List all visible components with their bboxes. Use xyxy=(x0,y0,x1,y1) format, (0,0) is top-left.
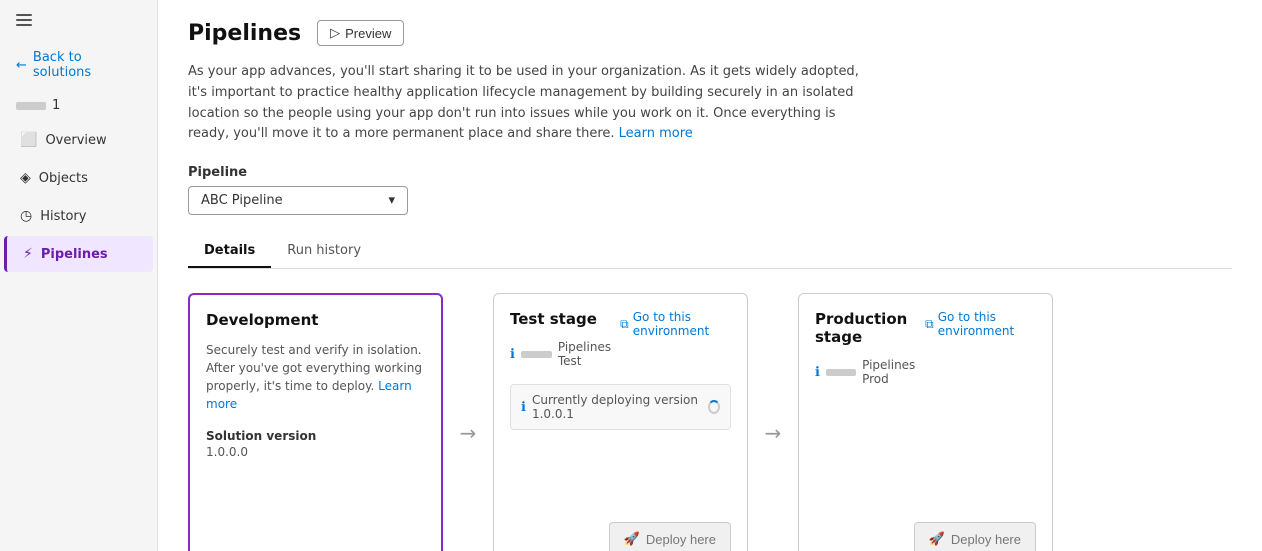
arrow-right-icon: → xyxy=(460,421,477,445)
development-stage-description: Securely test and verify in isolation. A… xyxy=(206,341,425,413)
test-stage-card: Test stage ℹ Pipelines Test ⧉ Go to this… xyxy=(493,293,748,551)
main-content: Pipelines ▷ Preview As your app advances… xyxy=(158,0,1262,551)
hamburger-button[interactable] xyxy=(0,0,157,40)
sidebar-item-history[interactable]: ◷ History xyxy=(4,198,153,234)
arrow-test-to-prod: → xyxy=(748,421,798,445)
solution-version-label: Solution version xyxy=(206,429,425,443)
production-stage-title: Production stage xyxy=(815,310,925,346)
env-bar-prod xyxy=(826,369,856,376)
test-stage-title: Test stage xyxy=(510,310,620,328)
page-header: Pipelines ▷ Preview xyxy=(188,20,1232,46)
tab-run-history[interactable]: Run history xyxy=(271,235,377,268)
tab-details[interactable]: Details xyxy=(188,235,271,268)
production-go-to-environment-link[interactable]: ⧉ Go to this environment xyxy=(925,310,1036,338)
solution-version-value: 1.0.0.0 xyxy=(206,445,425,459)
back-to-solutions-link[interactable]: ← Back to solutions xyxy=(0,40,157,90)
sidebar: ← Back to solutions 1 ⬜ Overview ◈ Objec… xyxy=(0,0,158,551)
pipeline-label: Pipeline xyxy=(188,165,1232,180)
description-text: As your app advances, you'll start shari… xyxy=(188,62,868,145)
production-env-name: Pipelines Prod xyxy=(862,358,925,386)
sidebar-item-objects-label: Objects xyxy=(39,171,88,186)
deploy-icon-prod: 🚀 xyxy=(929,531,945,547)
prod-info-icon: ℹ xyxy=(815,365,820,380)
back-label: Back to solutions xyxy=(33,50,141,80)
sidebar-item-pipelines-label: Pipelines xyxy=(41,247,108,262)
sidebar-item-objects[interactable]: ◈ Objects xyxy=(4,160,153,196)
sidebar-item-overview[interactable]: ⬜ Overview xyxy=(4,122,153,158)
tabs-bar: Details Run history xyxy=(188,235,1232,269)
test-go-to-environment-link[interactable]: ⧉ Go to this environment xyxy=(620,310,731,338)
info-icon: ℹ xyxy=(510,347,515,362)
test-deploy-button[interactable]: 🚀 Deploy here xyxy=(609,522,731,551)
pipeline-selected-value: ABC Pipeline xyxy=(201,193,283,208)
deploying-status-row: ℹ Currently deploying version 1.0.0.1 xyxy=(510,384,731,430)
production-stage-header: Production stage ℹ Pipelines Prod ⧉ Go t… xyxy=(815,310,1036,394)
overview-icon: ⬜ xyxy=(20,132,37,148)
deploying-label: Currently deploying version 1.0.0.1 xyxy=(532,393,702,421)
test-env-name: Pipelines Test xyxy=(558,340,620,368)
learn-more-link[interactable]: Learn more xyxy=(619,126,693,141)
external-link-icon-prod: ⧉ xyxy=(925,317,934,332)
user-badge: 1 xyxy=(52,98,60,113)
preview-button[interactable]: ▷ Preview xyxy=(317,20,404,46)
development-stage-title: Development xyxy=(206,311,425,329)
history-icon: ◷ xyxy=(20,208,32,224)
deploy-icon: 🚀 xyxy=(624,531,640,547)
sidebar-item-history-label: History xyxy=(40,209,86,224)
production-deploy-button[interactable]: 🚀 Deploy here xyxy=(914,522,1036,551)
arrow-dev-to-test: → xyxy=(443,421,493,445)
sidebar-item-pipelines[interactable]: ⚡ Pipelines xyxy=(4,236,153,272)
sidebar-item-overview-label: Overview xyxy=(45,133,106,148)
production-env-row: ℹ Pipelines Prod xyxy=(815,358,925,386)
external-link-icon: ⧉ xyxy=(620,317,629,332)
page-title: Pipelines xyxy=(188,21,301,46)
preview-label: Preview xyxy=(345,26,391,41)
chevron-down-icon: ▾ xyxy=(388,193,395,208)
preview-icon: ▷ xyxy=(330,25,340,41)
pipeline-select[interactable]: ABC Pipeline ▾ xyxy=(188,186,408,215)
pipelines-icon: ⚡ xyxy=(23,246,33,262)
env-bar-test xyxy=(521,351,552,358)
hamburger-icon xyxy=(16,14,141,26)
objects-icon: ◈ xyxy=(20,170,31,186)
stages-container: Development Securely test and verify in … xyxy=(188,293,1232,551)
production-stage-card: Production stage ℹ Pipelines Prod ⧉ Go t… xyxy=(798,293,1053,551)
development-stage-card: Development Securely test and verify in … xyxy=(188,293,443,551)
arrow-right-icon-2: → xyxy=(765,421,782,445)
deploying-info-icon: ℹ xyxy=(521,400,526,415)
deploying-spinner xyxy=(708,400,720,414)
test-env-row: ℹ Pipelines Test xyxy=(510,340,620,368)
back-arrow-icon: ← xyxy=(16,58,27,73)
test-stage-header: Test stage ℹ Pipelines Test ⧉ Go to this… xyxy=(510,310,731,376)
user-row: 1 xyxy=(0,90,157,121)
user-bar xyxy=(16,102,46,110)
